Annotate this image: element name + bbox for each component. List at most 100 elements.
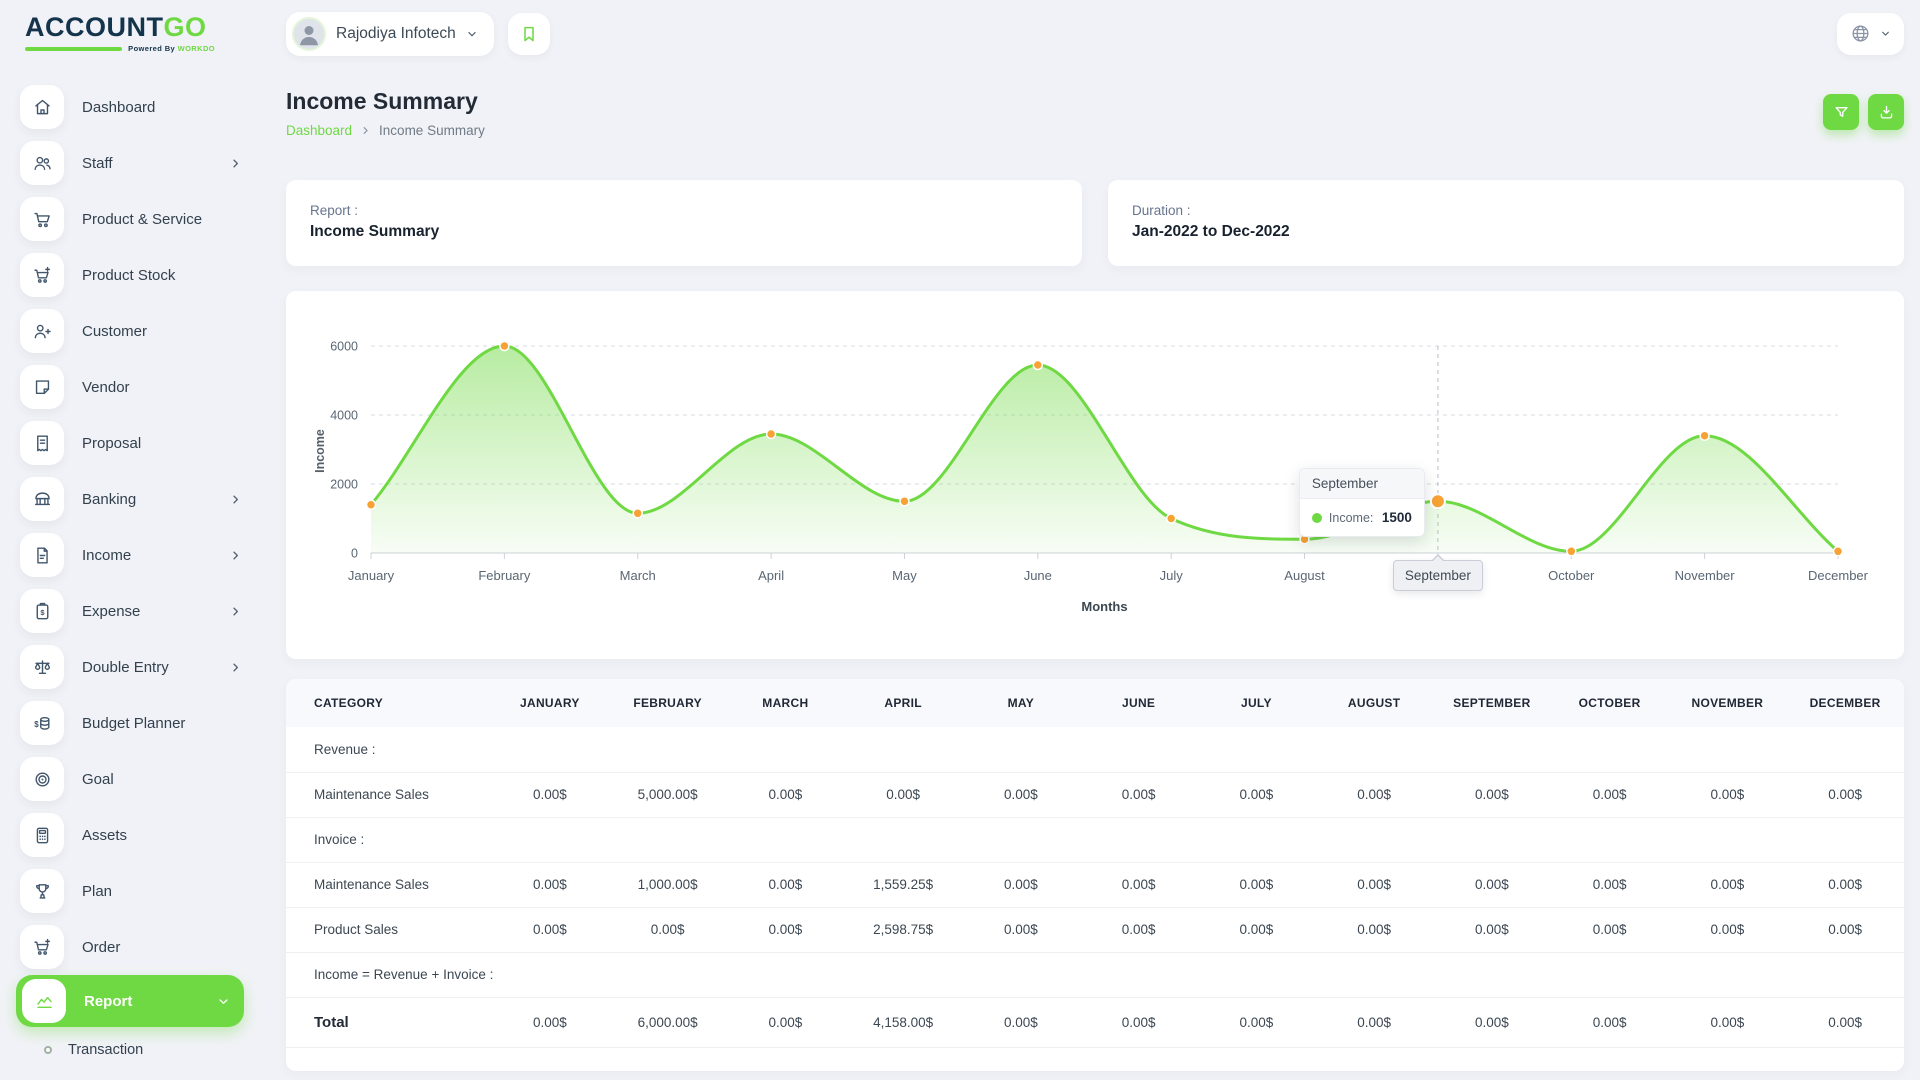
clipboard-dollar-icon: $ <box>20 589 64 633</box>
data-point-february[interactable] <box>500 342 509 351</box>
breadcrumb: Dashboard Income Summary <box>286 123 485 138</box>
sidebar-item-product-stock[interactable]: Product Stock <box>0 247 260 303</box>
y-axis-title: Income <box>313 429 327 473</box>
sidebar-item-budget-planner[interactable]: $Budget Planner <box>0 695 260 751</box>
app-root: ACCOUNTGO Powered By WORKDO Dashboard Sta… <box>0 0 1920 1080</box>
sidebar-nav: Dashboard Staff Product & Service Product S… <box>0 79 260 1073</box>
sidebar-item-proposal[interactable]: Proposal <box>0 415 260 471</box>
cell-maintenance-sales-february: 5,000.00$ <box>609 772 727 817</box>
sidebar-item-label: Assets <box>82 827 127 844</box>
data-point-july[interactable] <box>1167 514 1176 523</box>
x-tick-march: March <box>620 568 656 583</box>
sidebar-item-product-service[interactable]: Product & Service <box>0 191 260 247</box>
page-title: Income Summary <box>286 88 485 115</box>
data-point-march[interactable] <box>633 509 642 518</box>
breadcrumb-separator-icon <box>360 125 371 136</box>
data-point-april[interactable] <box>767 430 776 439</box>
target-icon <box>20 757 64 801</box>
page-header: Income Summary Dashboard Income Summary <box>286 88 1904 138</box>
sidebar-item-order[interactable]: Order <box>0 919 260 975</box>
cell-product-sales-november: 0.00$ <box>1669 907 1787 952</box>
cell-total-april: 4,158.00$ <box>844 997 962 1047</box>
cell-maintenance-sales-june: 0.00$ <box>1080 862 1198 907</box>
svg-text:$: $ <box>40 607 45 616</box>
sidebar-item-label: Income <box>82 547 131 564</box>
receipt-icon <box>20 421 64 465</box>
sidebar-item-vendor[interactable]: Vendor <box>0 359 260 415</box>
duration-card-label: Duration : <box>1132 203 1880 218</box>
duration-card: Duration : Jan-2022 to Dec-2022 <box>1108 180 1904 266</box>
cell-total-june: 0.00$ <box>1080 997 1198 1047</box>
data-point-december[interactable] <box>1834 547 1843 556</box>
cell-total-september: 0.00$ <box>1433 997 1551 1047</box>
bookmark-button[interactable] <box>508 13 550 55</box>
sidebar-item-customer[interactable]: Customer <box>0 303 260 359</box>
income-area <box>371 346 1838 553</box>
cell-product-sales-october: 0.00$ <box>1551 907 1669 952</box>
section-row-invoice: Invoice : <box>286 817 1904 862</box>
cell-total-december: 0.00$ <box>1786 997 1904 1047</box>
bank-icon <box>20 477 64 521</box>
file-icon <box>20 533 64 577</box>
sidebar-item-plan[interactable]: Plan <box>0 863 260 919</box>
sidebar-item-expense[interactable]: $Expense <box>0 583 260 639</box>
income-chart-card: 0200040006000JanuaryFebruaryMarchAprilMa… <box>286 291 1904 659</box>
download-button[interactable] <box>1868 94 1904 130</box>
report-card-value: Income Summary <box>310 223 1058 241</box>
data-point-october[interactable] <box>1567 547 1576 556</box>
column-header-december: DECEMBER <box>1786 679 1904 727</box>
cart-icon <box>20 197 64 241</box>
filter-button[interactable] <box>1823 94 1859 130</box>
sidebar-item-staff[interactable]: Staff <box>0 135 260 191</box>
note-icon <box>20 365 64 409</box>
company-selector[interactable]: Rajodiya Infotech <box>286 12 494 56</box>
cell-maintenance-sales-december: 0.00$ <box>1786 862 1904 907</box>
company-name: Rajodiya Infotech <box>336 25 456 43</box>
data-point-january[interactable] <box>367 500 376 509</box>
chevron-right-icon <box>229 605 242 618</box>
sidebar-subitem-transaction[interactable]: Transaction <box>0 1027 260 1073</box>
sidebar-item-label: Double Entry <box>82 659 169 676</box>
section-label: Revenue : <box>286 727 1904 772</box>
tooltip-title: September <box>1300 469 1424 499</box>
sidebar-item-dashboard[interactable]: Dashboard <box>0 79 260 135</box>
sidebar-item-label: Plan <box>82 883 112 900</box>
column-header-february: FEBRUARY <box>609 679 727 727</box>
report-card-label: Report : <box>310 203 1058 218</box>
cell-total-november: 0.00$ <box>1669 997 1787 1047</box>
sidebar-item-report[interactable]: Report <box>16 975 244 1027</box>
tooltip-body: Income: 1500 <box>1300 499 1424 536</box>
data-point-june[interactable] <box>1033 361 1042 370</box>
cell-product-sales-june: 0.00$ <box>1080 907 1198 952</box>
sidebar-item-double-entry[interactable]: Double Entry <box>0 639 260 695</box>
sidebar-item-banking[interactable]: Banking <box>0 471 260 527</box>
chevron-down-icon <box>1880 28 1891 39</box>
x-axis-title: Months <box>1081 599 1127 614</box>
cell-product-sales-march: 0.00$ <box>727 907 845 952</box>
sidebar-item-label: Proposal <box>82 435 141 452</box>
cell-maintenance-sales-november: 0.00$ <box>1669 862 1787 907</box>
data-point-may[interactable] <box>900 497 909 506</box>
income-area-chart: 0200040006000JanuaryFebruaryMarchAprilMa… <box>286 291 1904 659</box>
cell-maintenance-sales-march: 0.00$ <box>727 862 845 907</box>
cell-product-sales-december: 0.00$ <box>1786 907 1904 952</box>
column-header-january: JANUARY <box>491 679 609 727</box>
sidebar-item-goal[interactable]: Goal <box>0 751 260 807</box>
sidebar-item-label: Report <box>84 993 132 1010</box>
brand-logo[interactable]: ACCOUNTGO Powered By WORKDO <box>0 12 215 53</box>
sidebar-item-label: Staff <box>82 155 113 172</box>
data-point-november[interactable] <box>1700 431 1709 440</box>
language-selector[interactable] <box>1837 13 1904 55</box>
cart-plus-icon <box>20 925 64 969</box>
data-point-september[interactable] <box>1431 494 1445 508</box>
sidebar-subitem-label: Transaction <box>68 1042 143 1058</box>
cell-total-october: 0.00$ <box>1551 997 1669 1047</box>
sidebar-item-assets[interactable]: Assets <box>0 807 260 863</box>
x-tick-february: February <box>478 568 531 583</box>
sidebar-item-income[interactable]: Income <box>0 527 260 583</box>
breadcrumb-dashboard-link[interactable]: Dashboard <box>286 123 352 138</box>
column-header-may: MAY <box>962 679 1080 727</box>
cell-maintenance-sales-may: 0.00$ <box>962 862 1080 907</box>
sidebar-item-label: Product Stock <box>82 267 175 284</box>
page-actions <box>1823 94 1904 130</box>
